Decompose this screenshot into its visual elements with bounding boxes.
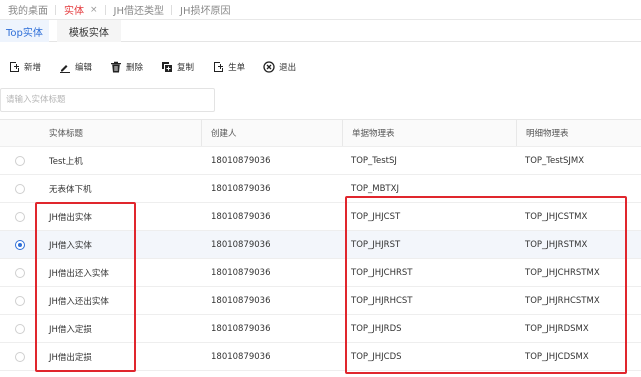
cell-detail-table: TOP_JHJRHCSTMX bbox=[525, 295, 600, 306]
cell-title: JH借入定损 bbox=[49, 324, 92, 335]
add-document-icon bbox=[8, 61, 20, 73]
radio-button[interactable] bbox=[15, 295, 25, 306]
tab-label: 我的桌面 bbox=[8, 6, 48, 17]
cell-bill-table: TOP_JHJCHRST bbox=[351, 267, 413, 278]
cell-bill-table: TOP_JHJRDS bbox=[351, 323, 402, 334]
cell-creator: 18010879036 bbox=[211, 239, 271, 250]
close-icon[interactable]: × bbox=[90, 5, 98, 15]
cell-creator: 18010879036 bbox=[211, 295, 271, 306]
row-radio[interactable] bbox=[0, 287, 40, 314]
cell-creator: 18010879036 bbox=[211, 323, 271, 334]
radio-button[interactable] bbox=[15, 183, 25, 194]
tab-jh-damage-reason[interactable]: JH损坏原因 bbox=[172, 0, 238, 20]
trash-icon bbox=[110, 61, 122, 73]
tab-label: 实体 bbox=[64, 6, 84, 17]
table-body: Test上机 18010879036 TOP_TestSJ TOP_TestSJMX 无… bbox=[0, 147, 641, 371]
row-radio[interactable] bbox=[0, 175, 40, 202]
tab-jh-borrow-type[interactable]: JH借还类型 bbox=[106, 0, 173, 20]
row-radio[interactable] bbox=[0, 203, 40, 230]
delete-label: 删除 bbox=[126, 63, 144, 73]
copy-label: 复制 bbox=[177, 63, 195, 73]
row-radio[interactable] bbox=[0, 343, 40, 370]
add-label: 新增 bbox=[24, 63, 42, 73]
generate-button[interactable]: 生单 bbox=[212, 61, 245, 73]
cell-detail-table: TOP_JHJRDSMX bbox=[525, 323, 589, 334]
edit-button[interactable]: 编辑 bbox=[59, 61, 92, 73]
subtab-top-entity[interactable]: Top实体 bbox=[0, 20, 49, 42]
subtab-template-entity[interactable]: 模板实体 bbox=[56, 20, 121, 42]
radio-button[interactable] bbox=[15, 239, 25, 250]
cell-bill-table: TOP_JHJRST bbox=[351, 239, 401, 250]
cell-creator: 18010879036 bbox=[211, 211, 271, 222]
row-radio[interactable] bbox=[0, 259, 40, 286]
search-input[interactable] bbox=[0, 88, 215, 112]
cell-title: 无表体下机 bbox=[49, 184, 92, 195]
tab-my-desktop[interactable]: 我的桌面 bbox=[0, 0, 56, 20]
header-bill-table[interactable]: 单据物理表 bbox=[342, 120, 516, 146]
table-row[interactable]: JH借出实体 18010879036 TOP_JHJCST TOP_JHJCSTMX bbox=[0, 203, 641, 231]
entity-table: 实体标题 创建人 单据物理表 明细物理表 Test上机 18010879036 TO… bbox=[0, 119, 641, 371]
cell-title: JH借入实体 bbox=[49, 240, 92, 251]
cell-detail-table: TOP_JHJCDSMX bbox=[525, 351, 589, 362]
radio-button[interactable] bbox=[15, 155, 25, 166]
table-row[interactable]: JH借出还入实体 18010879036 TOP_JHJCHRST TOP_JHJCH… bbox=[0, 259, 641, 287]
row-radio[interactable] bbox=[0, 147, 40, 174]
cell-detail-table bbox=[516, 175, 641, 202]
row-radio[interactable] bbox=[0, 231, 40, 258]
copy-icon bbox=[161, 61, 173, 73]
cell-title: JH借出实体 bbox=[49, 212, 92, 223]
cell-title: JH借出还入实体 bbox=[49, 268, 109, 279]
row-radio[interactable] bbox=[0, 315, 40, 342]
radio-button[interactable] bbox=[15, 211, 25, 222]
exit-label: 退出 bbox=[279, 63, 297, 73]
add-button[interactable]: 新增 bbox=[8, 61, 41, 73]
exit-button[interactable]: 退出 bbox=[263, 61, 296, 73]
cell-title: JH借入还出实体 bbox=[49, 296, 109, 307]
edit-label: 编辑 bbox=[75, 63, 93, 73]
delete-button[interactable]: 删除 bbox=[110, 61, 143, 73]
cell-title: Test上机 bbox=[49, 156, 83, 167]
cell-title: JH借出定损 bbox=[49, 352, 92, 363]
cell-bill-table: TOP_MBTXJ bbox=[351, 183, 399, 194]
radio-button[interactable] bbox=[15, 351, 25, 362]
cell-bill-table: TOP_TestSJ bbox=[351, 155, 397, 166]
copy-button[interactable]: 复制 bbox=[161, 61, 194, 73]
cell-bill-table: TOP_JHJCST bbox=[351, 211, 401, 222]
cell-detail-table: TOP_JHJCHRSTMX bbox=[525, 267, 600, 278]
cell-creator: 18010879036 bbox=[211, 155, 271, 166]
tab-entity[interactable]: 实体 × bbox=[56, 0, 106, 20]
toolbar: 新增 编辑 删除 复制 生单 退出 bbox=[8, 58, 314, 76]
header-creator[interactable]: 创建人 bbox=[201, 120, 342, 146]
tab-label: JH借还类型 bbox=[113, 6, 165, 17]
table-header: 实体标题 创建人 单据物理表 明细物理表 bbox=[0, 120, 641, 147]
sub-tab-bar: Top实体 模板实体 bbox=[0, 20, 641, 42]
cell-creator: 18010879036 bbox=[211, 351, 271, 362]
top-tab-bar: 我的桌面 实体 × JH借还类型 JH损坏原因 bbox=[0, 0, 641, 20]
cell-detail-table: TOP_JHJRSTMX bbox=[525, 239, 588, 250]
header-select bbox=[0, 120, 40, 146]
cell-bill-table: TOP_JHJRHCST bbox=[351, 295, 413, 306]
table-row[interactable]: JH借出定损 18010879036 TOP_JHJCDS TOP_JHJCDSMX bbox=[0, 343, 641, 371]
table-row[interactable]: Test上机 18010879036 TOP_TestSJ TOP_TestSJMX bbox=[0, 147, 641, 175]
header-detail-table[interactable]: 明细物理表 bbox=[516, 120, 641, 146]
table-row[interactable]: JH借入还出实体 18010879036 TOP_JHJRHCST TOP_JHJRH… bbox=[0, 287, 641, 315]
table-row[interactable]: JH借入定损 18010879036 TOP_JHJRDS TOP_JHJRDSMX bbox=[0, 315, 641, 343]
header-title[interactable]: 实体标题 bbox=[40, 120, 201, 146]
cell-detail-table: TOP_TestSJMX bbox=[525, 155, 585, 166]
close-circle-icon bbox=[263, 61, 275, 73]
cell-bill-table: TOP_JHJCDS bbox=[351, 351, 402, 362]
table-row[interactable]: JH借入实体 18010879036 TOP_JHJRST TOP_JHJRSTMX bbox=[0, 231, 641, 259]
radio-button[interactable] bbox=[15, 267, 25, 278]
table-row[interactable]: 无表体下机 18010879036 TOP_MBTXJ bbox=[0, 175, 641, 203]
radio-button[interactable] bbox=[15, 323, 25, 334]
pencil-icon bbox=[59, 61, 71, 73]
cell-creator: 18010879036 bbox=[211, 267, 271, 278]
tab-label: JH损坏原因 bbox=[180, 6, 231, 17]
cell-creator: 18010879036 bbox=[211, 183, 271, 194]
add-document-icon bbox=[212, 61, 224, 73]
generate-label: 生单 bbox=[228, 63, 246, 73]
cell-detail-table: TOP_JHJCSTMX bbox=[525, 211, 588, 222]
